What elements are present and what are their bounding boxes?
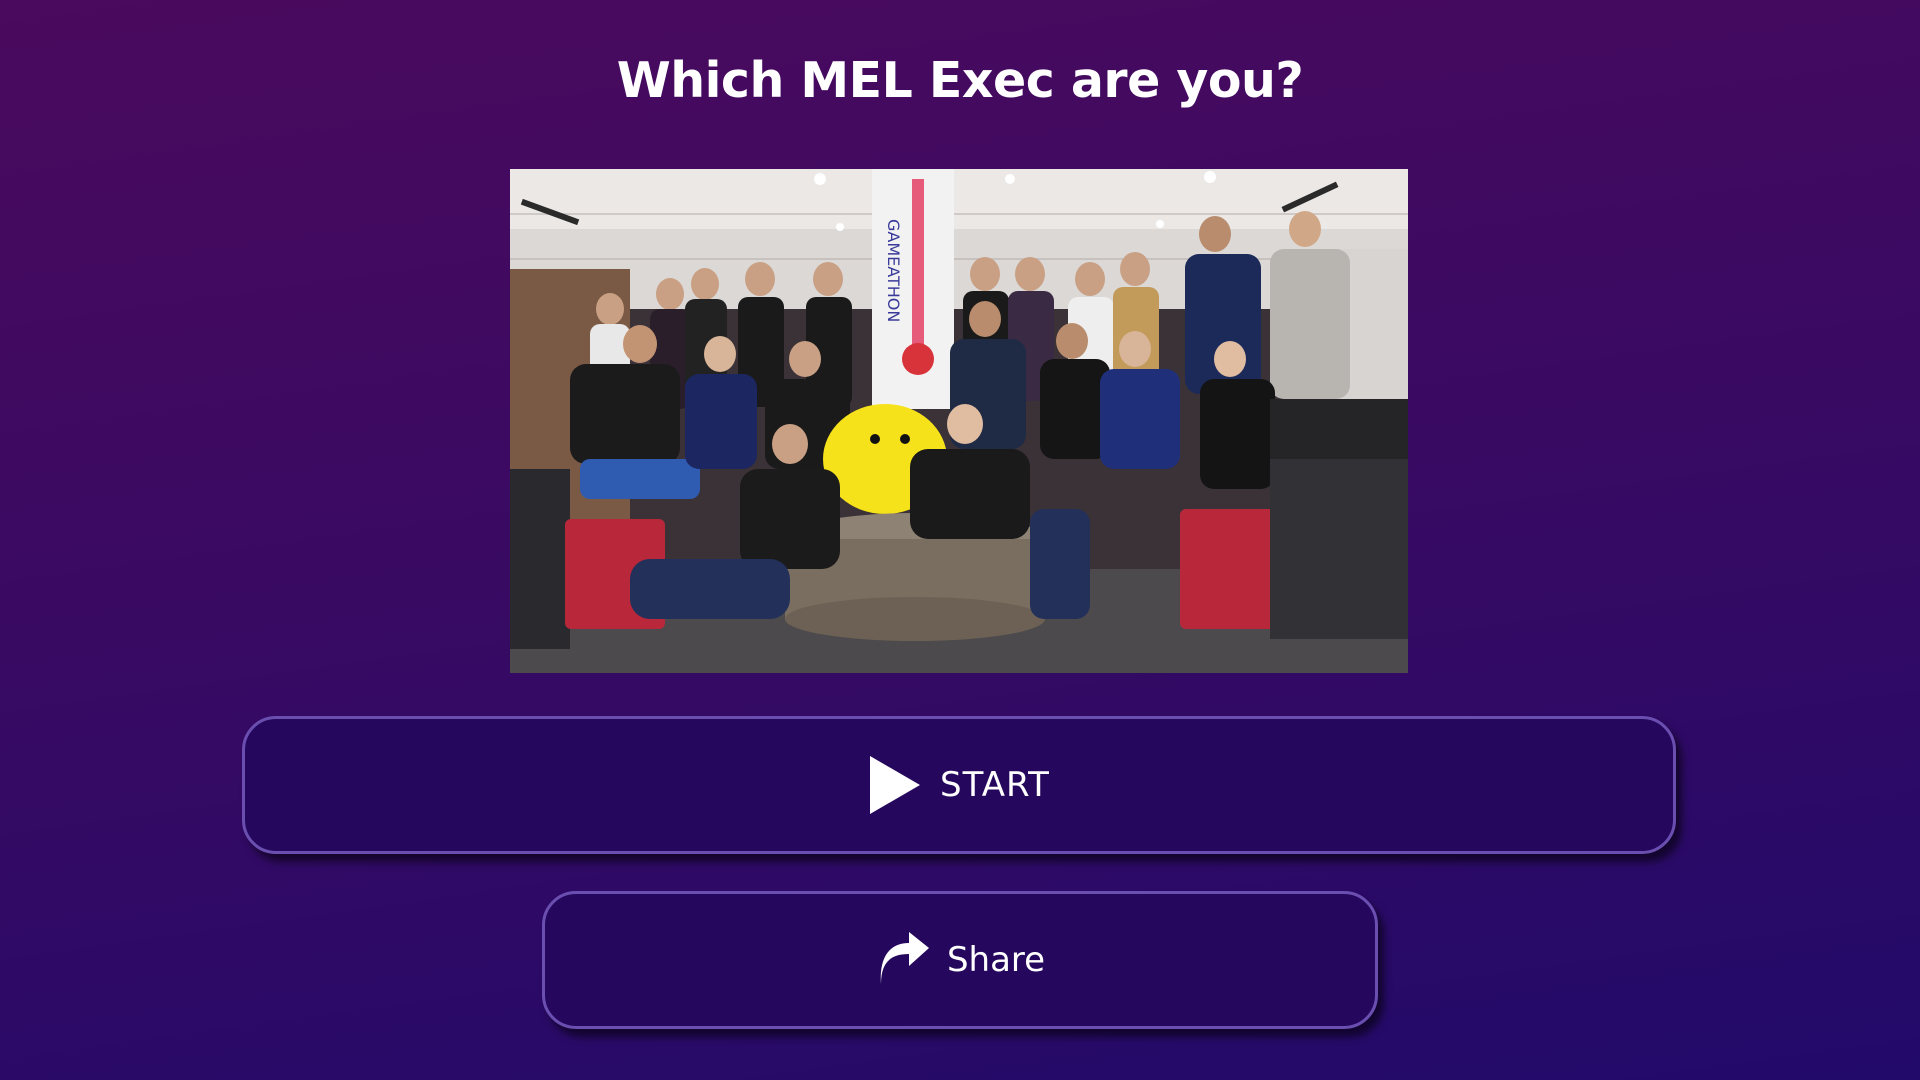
group-photo: GAMEATHON: [510, 169, 1408, 673]
start-button-label: START: [940, 765, 1050, 805]
start-button[interactable]: START: [242, 716, 1676, 854]
share-button[interactable]: Share: [542, 891, 1378, 1029]
share-button-label: Share: [946, 940, 1046, 980]
page-title: Which MEL Exec are you?: [616, 52, 1304, 109]
share-arrow-icon: [875, 932, 931, 988]
play-icon: [868, 754, 922, 816]
banner-text: GAMEATHON: [884, 219, 903, 322]
